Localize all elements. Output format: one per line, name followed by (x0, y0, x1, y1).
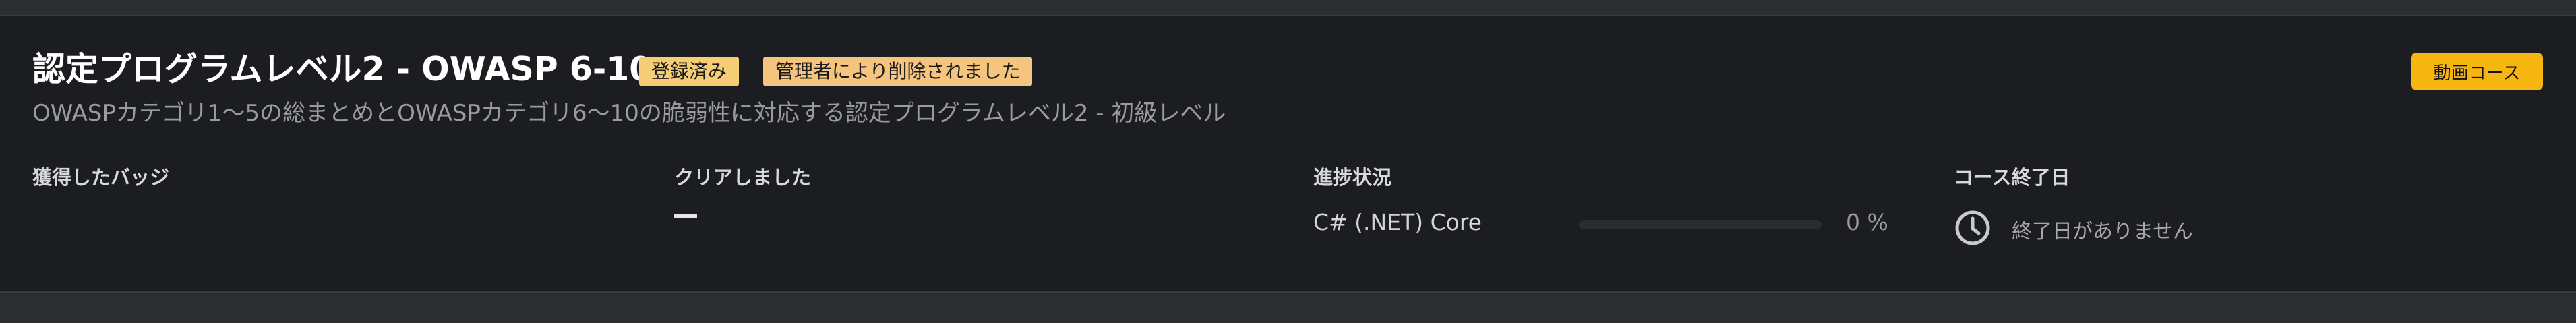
course-description: OWASPカテゴリ1〜5の総まとめとOWASPカテゴリ6〜10の脆弱性に対応する… (32, 100, 1226, 127)
bottom-divider (0, 291, 2576, 323)
clock-icon (1955, 210, 1990, 245)
enrolled-badge: 登録済み (639, 57, 740, 86)
progress-bar (1579, 220, 1822, 229)
cleared-label: クリアしました (674, 166, 812, 189)
earned-badges-label: 獲得したバッジ (32, 166, 170, 189)
progress-course-name: C# (.NET) Core (1313, 209, 1482, 235)
cleared-value-empty (674, 214, 697, 218)
removed-by-admin-badge: 管理者により削除されました (763, 57, 1033, 86)
top-divider (0, 0, 2576, 16)
progress-label: 進捗状況 (1313, 166, 1392, 189)
course-end-date-label: コース終了日 (1954, 166, 2070, 189)
progress-percent: 0 % (1846, 209, 1888, 235)
no-end-date-text: 終了日がありません (2012, 220, 2194, 243)
video-course-button[interactable]: 動画コース (2411, 53, 2543, 90)
